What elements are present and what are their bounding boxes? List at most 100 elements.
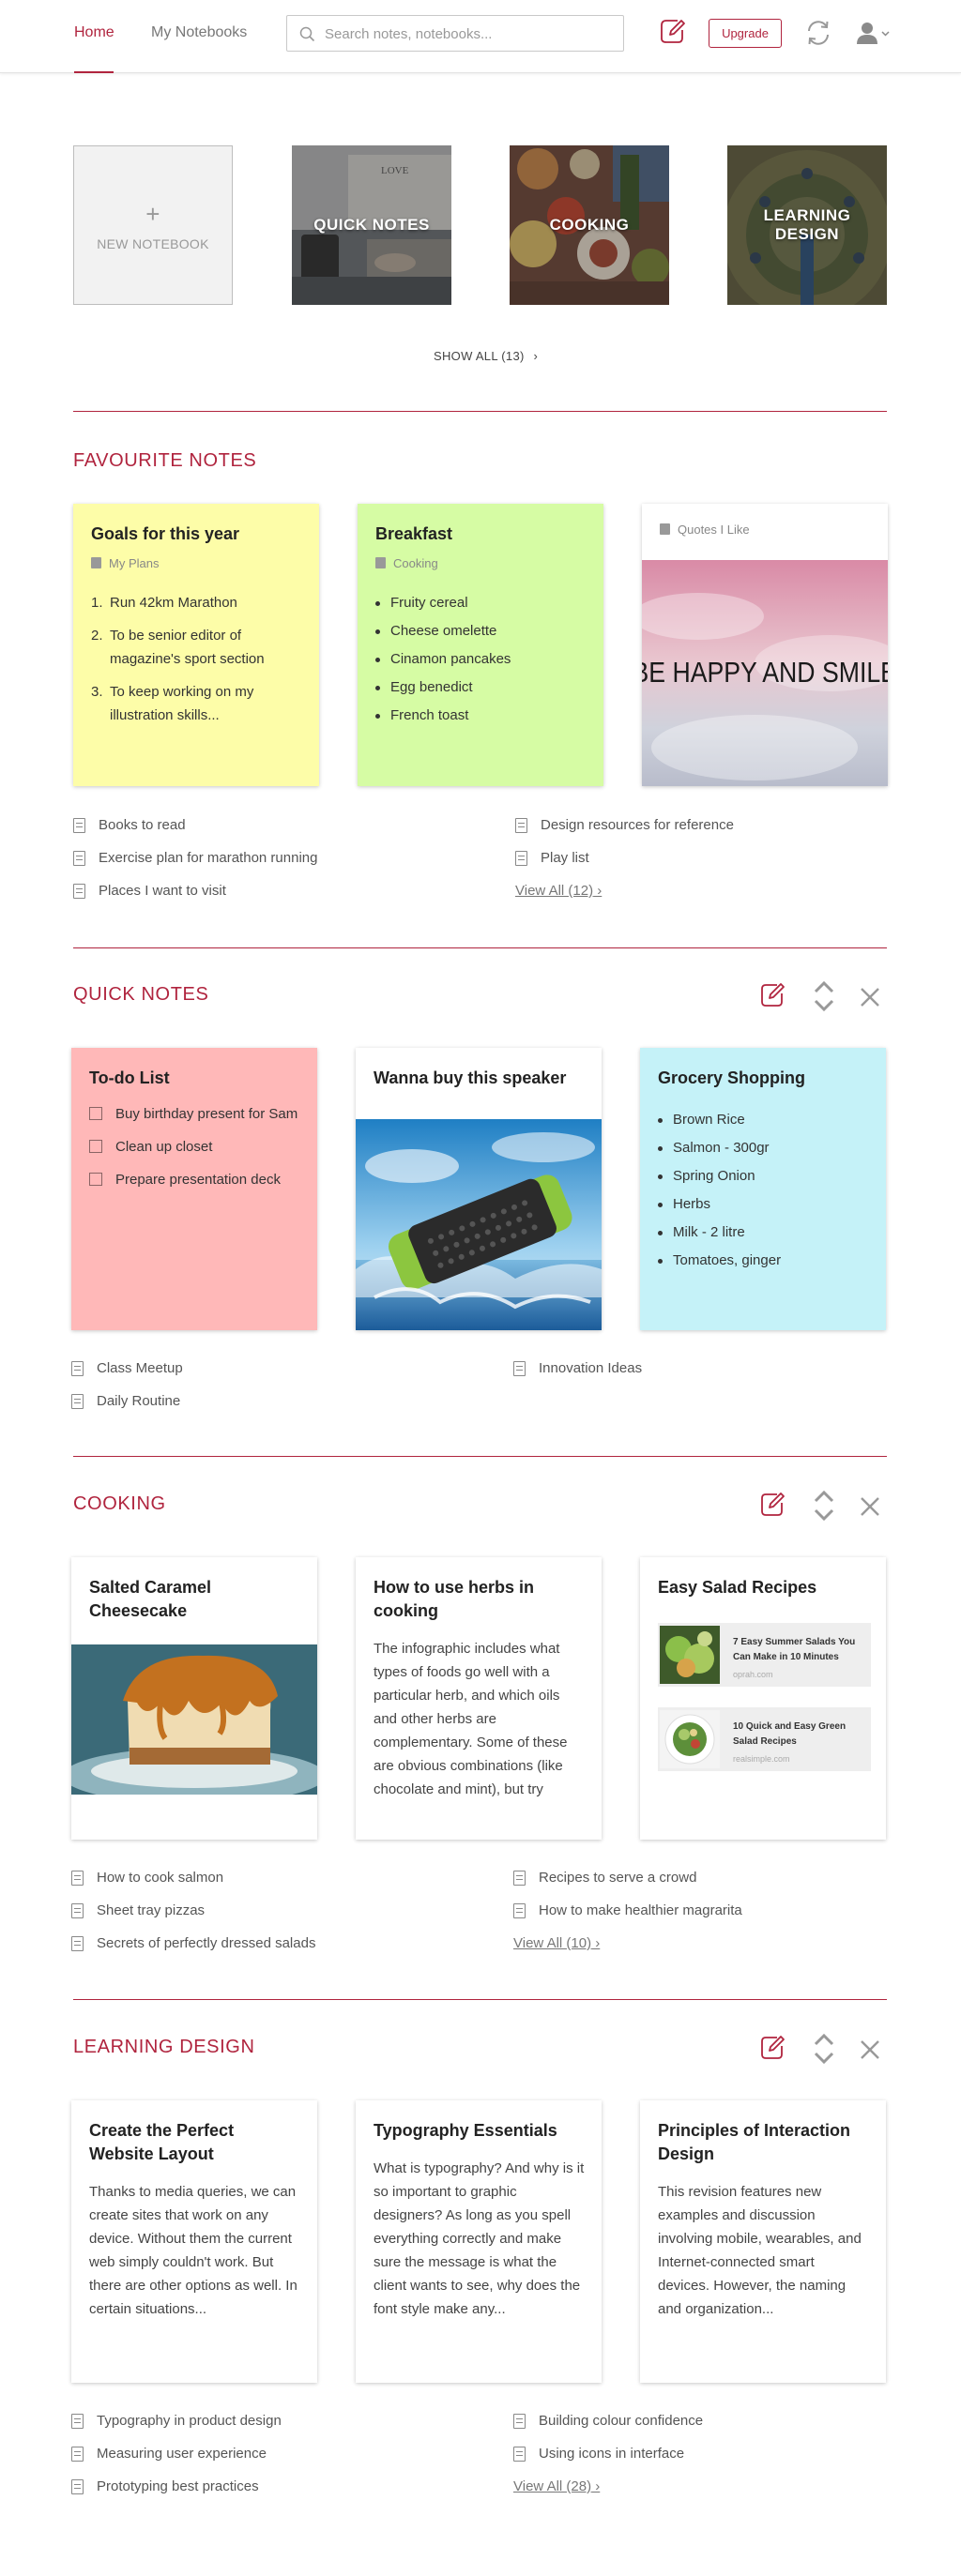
upgrade-button[interactable]: Upgrade [709,19,782,48]
note-card-speaker[interactable]: Wanna buy this speaker [356,1048,602,1330]
note-link[interactable]: Secrets of perfectly dressed salads [71,1927,315,1960]
note-card-grocery[interactable]: Grocery Shopping Brown Rice Salmon - 300… [640,1048,886,1330]
note-title: Principles of Interaction Design [658,2121,851,2163]
notebook-tile-quick-notes[interactable]: LOVE QUICK NOTES [292,145,451,305]
plus-icon: + [145,199,160,228]
note-icon [513,2413,526,2429]
note-icon [513,1870,526,1886]
notebook-tile-learning-design[interactable]: LEARNING DESIGN [727,145,887,305]
checklist-item[interactable]: Buy birthday present for Sam [89,1102,304,1126]
search-input[interactable] [325,23,606,44]
note-excerpt: What is typography? And why is it so imp… [374,2160,585,2317]
tab-my-notebooks[interactable]: My Notebooks [151,24,247,41]
note-link[interactable]: Play list [515,841,734,874]
checkbox[interactable] [89,1140,102,1153]
edit-icon[interactable] [758,2034,786,2062]
expand-collapse-icon[interactable] [813,2030,835,2068]
note-icon [73,850,85,866]
new-notebook-tile[interactable]: + NEW NOTEBOOK [73,145,233,305]
web-clip-card[interactable]: 7 Easy Summer Salads You Can Make in 10 … [658,1623,871,1687]
search-box[interactable] [286,15,624,52]
top-navigation-bar: Home My Notebooks Upgrade [0,0,961,73]
web-clip-title: 7 Easy Summer Salads You Can Make in 10 … [733,1637,856,1662]
web-clip-card[interactable]: 10 Quick and Easy Green Salad Recipes re… [658,1707,871,1771]
checklist-item[interactable]: Prepare presentation deck [89,1168,304,1191]
view-all-favourites-link[interactable]: View All (12) › [515,883,602,899]
favourite-notes-list-left: Books to read Exercise plan for marathon… [73,809,317,907]
notebook-label: LEARNING DESIGN [763,206,851,243]
note-link[interactable]: Prototyping best practices [71,2470,282,2503]
expand-collapse-icon[interactable] [813,977,835,1015]
checkbox[interactable] [89,1107,102,1120]
new-note-icon[interactable] [658,17,686,50]
note-link[interactable]: Measuring user experience [71,2437,282,2470]
list-item: Tomatoes, ginger [658,1247,873,1275]
note-icon [73,817,85,833]
close-icon[interactable] [860,1496,880,1517]
view-all-learning-link[interactable]: View All (28) › [513,2478,600,2494]
note-link[interactable]: How to make healthier magrarita [513,1894,742,1927]
expand-collapse-icon[interactable] [813,1487,835,1524]
note-link[interactable]: Books to read [73,809,317,841]
note-link[interactable]: How to cook salmon [71,1861,315,1894]
show-all-notebooks-link[interactable]: SHOW ALL (13) › [434,349,538,363]
note-card-interaction-design[interactable]: Principles of Interaction Design This re… [640,2100,886,2383]
checklist-item[interactable]: Clean up closet [89,1135,304,1159]
checkbox[interactable] [89,1173,102,1186]
note-link[interactable]: Building colour confidence [513,2404,703,2437]
note-card-herbs[interactable]: How to use herbs in cooking The infograp… [356,1557,602,1840]
cooking-notes-list-right: Recipes to serve a crowd How to make hea… [513,1861,742,1960]
list-item: 2. To be senior editor of magazine's spor… [91,628,265,667]
search-icon [299,26,315,47]
tab-home[interactable]: Home [74,24,114,41]
section-divider [73,1999,887,2000]
note-card-breakfast[interactable]: Breakfast Cooking Fruity cereal Cheese o… [358,504,603,786]
user-avatar-menu[interactable] [855,20,892,53]
note-icon [71,2446,84,2462]
list-item: French toast [375,702,590,730]
notebook-icon [91,557,101,568]
note-card-cheesecake[interactable]: Salted Caramel Cheesecake [71,1557,317,1840]
note-link[interactable]: Typography in product design [71,2404,282,2437]
note-link[interactable]: Class Meetup [71,1352,183,1385]
note-link[interactable]: Places I want to visit [73,874,317,907]
note-link[interactable]: Recipes to serve a crowd [513,1861,742,1894]
view-all-cooking-link[interactable]: View All (10) › [513,1935,600,1951]
note-link[interactable]: Design resources for reference [515,809,734,841]
show-all-label: SHOW ALL (13) [434,349,525,363]
section-divider [73,411,887,412]
note-icon [513,1360,526,1376]
note-excerpt: Thanks to media queries, we can create s… [89,2184,297,2317]
note-link[interactable]: Innovation Ideas [513,1352,642,1385]
note-card-salad[interactable]: Easy Salad Recipes 7 Easy Summer Salads … [640,1557,886,1840]
note-card-quotes[interactable]: Quotes I Like BE HAPPY AND SMILE [642,504,888,786]
active-tab-indicator [74,71,114,73]
goals-list: 1. Run 42km Marathon 2. To be senior edito… [91,591,306,736]
edit-icon[interactable] [758,981,786,1009]
cooking-actions [758,1487,890,1524]
learning-notes-list-right: Building colour confidence Using icons i… [513,2404,703,2503]
note-link[interactable]: Daily Routine [71,1385,183,1417]
note-card-website-layout[interactable]: Create the Perfect Website Layout Thanks… [71,2100,317,2383]
note-card-goals[interactable]: Goals for this year My Plans 1. Run 42km … [73,504,319,786]
note-title: Easy Salad Recipes [658,1578,817,1597]
note-card-todo[interactable]: To-do List Buy birthday present for Sam … [71,1048,317,1330]
notebook-tile-cooking[interactable]: COOKING [510,145,669,305]
list-item: Milk - 2 litre [658,1219,873,1247]
note-link[interactable]: Sheet tray pizzas [71,1894,315,1927]
section-divider [73,1456,887,1457]
quote-image: BE HAPPY AND SMILE [642,560,888,786]
note-link[interactable]: Using icons in interface [513,2437,703,2470]
quick-notes-title: QUICK NOTES [73,984,209,1005]
notebook-label: QUICK NOTES [313,216,430,234]
note-link[interactable]: Exercise plan for marathon running [73,841,317,874]
quick-notes-list-left: Class Meetup Daily Routine [71,1352,183,1417]
note-card-typography[interactable]: Typography Essentials What is typography… [356,2100,602,2383]
edit-icon[interactable] [758,1491,786,1519]
sync-icon[interactable] [803,18,833,53]
note-title: How to use herbs in cooking [374,1578,535,1620]
list-item: Spring Onion [658,1162,873,1190]
list-item: Cinamon pancakes [375,645,590,674]
close-icon[interactable] [860,987,880,1008]
close-icon[interactable] [860,2039,880,2060]
